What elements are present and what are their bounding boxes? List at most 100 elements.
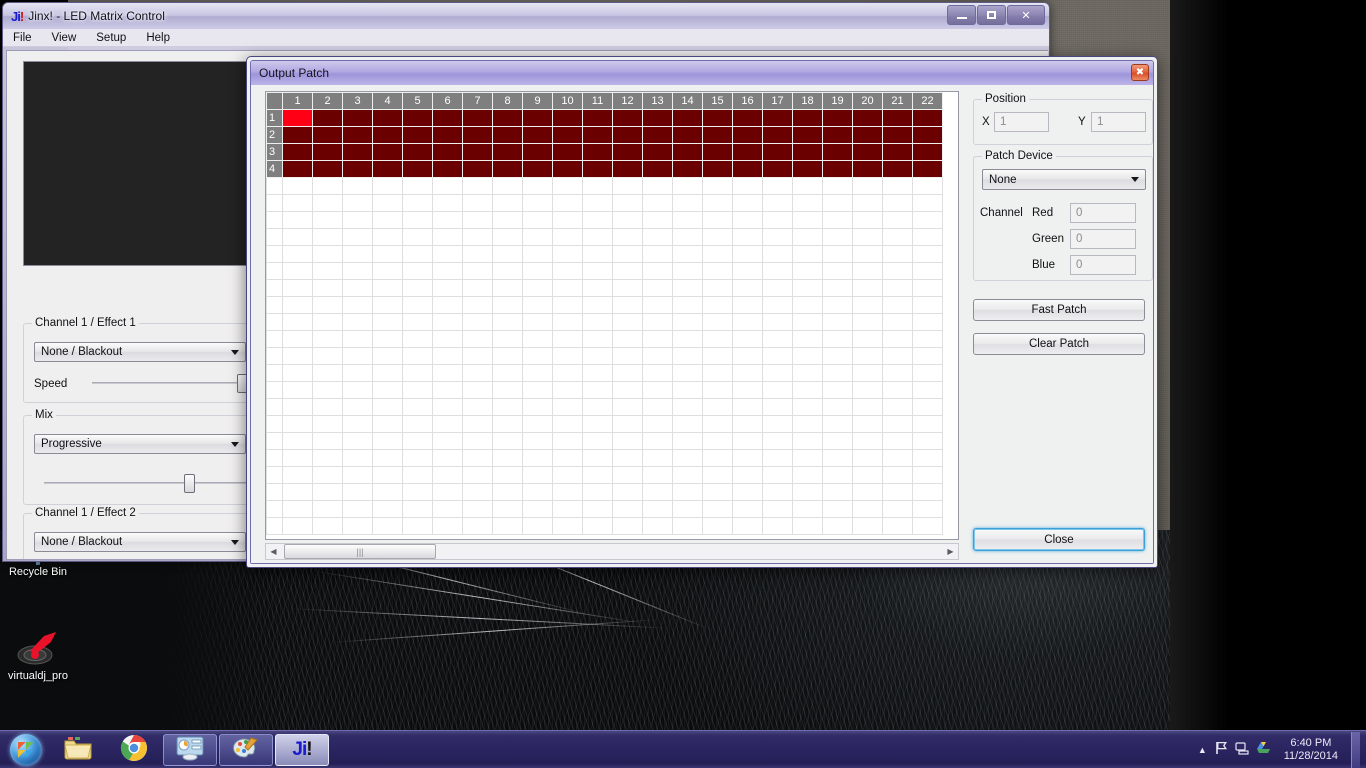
grid-cell-empty[interactable]	[732, 194, 763, 212]
grid-row-empty[interactable]	[266, 347, 943, 365]
grid-cell-empty[interactable]	[552, 449, 583, 467]
grid-cell-empty[interactable]	[342, 364, 373, 382]
grid-cell-empty[interactable]	[732, 279, 763, 297]
grid-cell-empty[interactable]	[282, 500, 313, 518]
grid-cell-empty[interactable]	[702, 262, 733, 280]
grid-column-header[interactable]: 5	[402, 92, 433, 110]
grid-cell-empty[interactable]	[522, 398, 553, 416]
grid-cell-patched[interactable]	[762, 160, 793, 178]
grid-cell-empty[interactable]	[792, 381, 823, 399]
grid-cell-empty[interactable]	[792, 500, 823, 518]
grid-row-empty[interactable]	[266, 381, 943, 399]
grid-cell-empty[interactable]	[402, 330, 433, 348]
grid-cell-patched[interactable]	[342, 126, 373, 144]
grid-cell-empty[interactable]	[432, 466, 463, 484]
grid-cell-empty[interactable]	[672, 228, 703, 246]
grid-cell-empty[interactable]	[912, 449, 943, 467]
grid-cell-empty[interactable]	[912, 517, 943, 535]
main-window-titlebar[interactable]: Ji! Jinx! - LED Matrix Control ✕	[3, 3, 1049, 29]
grid-column-header[interactable]: 9	[522, 92, 553, 110]
grid-cell-empty[interactable]	[312, 262, 343, 280]
grid-cell-empty[interactable]	[882, 398, 913, 416]
grid-cell-patched[interactable]	[912, 143, 943, 161]
grid-row-header[interactable]: 4	[266, 160, 283, 178]
grid-cell-empty[interactable]	[342, 296, 373, 314]
grid-cell-empty[interactable]	[402, 398, 433, 416]
grid-cell-patched[interactable]	[882, 109, 913, 127]
grid-cell-empty[interactable]	[492, 262, 523, 280]
grid-cell-empty[interactable]	[372, 398, 403, 416]
grid-column-header[interactable]: 13	[642, 92, 673, 110]
grid-cell-empty[interactable]	[792, 177, 823, 195]
grid-cell-empty[interactable]	[762, 415, 793, 433]
grid-cell-patched[interactable]	[732, 160, 763, 178]
grid-cell-patched[interactable]	[372, 126, 403, 144]
grid-cell-empty[interactable]	[372, 330, 403, 348]
grid-cell-empty[interactable]	[732, 245, 763, 263]
close-button[interactable]: ✕	[1007, 5, 1045, 25]
grid-cell-empty[interactable]	[702, 381, 733, 399]
grid-cell-patched[interactable]	[282, 160, 313, 178]
grid-cell-empty[interactable]	[282, 279, 313, 297]
grid-cell-empty[interactable]	[792, 262, 823, 280]
grid-cell-empty[interactable]	[402, 194, 433, 212]
grid-cell-empty[interactable]	[852, 330, 883, 348]
grid-cell-empty[interactable]	[642, 296, 673, 314]
grid-cell-empty[interactable]	[642, 432, 673, 450]
grid-cell-empty[interactable]	[552, 398, 583, 416]
grid-cell-empty[interactable]	[312, 228, 343, 246]
grid-cell-empty[interactable]	[282, 517, 313, 535]
grid-cell-empty[interactable]	[402, 313, 433, 331]
grid-cell-empty[interactable]	[372, 483, 403, 501]
grid-cell-empty[interactable]	[342, 313, 373, 331]
grid-cell-empty[interactable]	[372, 364, 403, 382]
grid-row-empty[interactable]	[266, 432, 943, 450]
grid-column-header[interactable]: 18	[792, 92, 823, 110]
grid-cell-empty[interactable]	[882, 364, 913, 382]
grid-cell-empty[interactable]	[792, 398, 823, 416]
grid-cell-empty[interactable]	[912, 313, 943, 331]
grid-cell-empty[interactable]	[582, 211, 613, 229]
grid-column-header[interactable]: 6	[432, 92, 463, 110]
grid-cell-empty[interactable]	[642, 211, 673, 229]
grid-cell-empty[interactable]	[612, 381, 643, 399]
grid-cell-empty[interactable]	[642, 177, 673, 195]
grid-cell-empty[interactable]	[342, 245, 373, 263]
grid-cell-empty[interactable]	[402, 517, 433, 535]
grid-cell-empty[interactable]	[852, 381, 883, 399]
grid-cell-empty[interactable]	[372, 347, 403, 365]
grid-cell-empty[interactable]	[852, 398, 883, 416]
grid-cell-patched[interactable]	[852, 109, 883, 127]
grid-cell-patched[interactable]	[582, 143, 613, 161]
grid-cell-empty[interactable]	[432, 279, 463, 297]
grid-cell-empty[interactable]	[552, 194, 583, 212]
grid-column-header[interactable]: 3	[342, 92, 373, 110]
grid-cell-empty[interactable]	[522, 466, 553, 484]
grid-cell-patched[interactable]	[462, 143, 493, 161]
grid-cell-empty[interactable]	[732, 466, 763, 484]
grid-cell-patched[interactable]	[522, 160, 553, 178]
grid-cell-empty[interactable]	[402, 296, 433, 314]
grid-cell-patched[interactable]	[882, 160, 913, 178]
grid-cell-patched[interactable]	[642, 143, 673, 161]
grid-cell-empty[interactable]	[852, 313, 883, 331]
grid-cell-patched[interactable]	[342, 160, 373, 178]
grid-cell-empty[interactable]	[912, 177, 943, 195]
grid-cell-empty[interactable]	[642, 313, 673, 331]
grid-cell-empty[interactable]	[822, 177, 853, 195]
grid-cell-patched[interactable]	[612, 109, 643, 127]
grid-cell-empty[interactable]	[642, 500, 673, 518]
grid-cell-empty[interactable]	[882, 262, 913, 280]
position-y-input[interactable]: 1	[1091, 112, 1146, 132]
grid-cell-empty[interactable]	[582, 415, 613, 433]
grid-cell-empty[interactable]	[792, 432, 823, 450]
grid-cell-empty[interactable]	[702, 330, 733, 348]
grid-cell-empty[interactable]	[882, 211, 913, 229]
grid-cell-patched[interactable]	[312, 126, 343, 144]
grid-cell-empty[interactable]	[642, 466, 673, 484]
grid-cell-empty[interactable]	[642, 398, 673, 416]
grid-cell-empty[interactable]	[282, 449, 313, 467]
grid-cell-empty[interactable]	[822, 483, 853, 501]
grid-column-header[interactable]: 7	[462, 92, 493, 110]
grid-cell-empty[interactable]	[672, 313, 703, 331]
